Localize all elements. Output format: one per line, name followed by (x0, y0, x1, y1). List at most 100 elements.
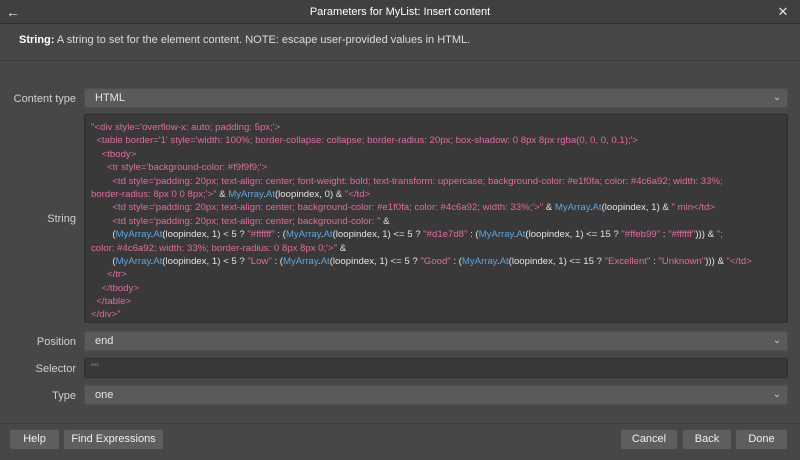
code-line: <td style='padding: 20px; text-align: ce… (91, 215, 781, 228)
string-literal: border-radius: 8px 0 0 8px;'>" (91, 188, 217, 200)
operator-text: (loopindex, (274, 188, 325, 200)
operator-text: (loopindex, 1) <= 5 ? (329, 255, 421, 267)
operator-text: & (337, 242, 347, 254)
code-line: color: #4c6a92; width: 33%; border-radiu… (91, 242, 781, 255)
string-literal: "; (716, 229, 723, 241)
string-literal: color: #4c6a92; width: 33%; border-radiu… (91, 242, 338, 254)
divider (0, 60, 800, 61)
string-literal: <tbody> (91, 148, 137, 160)
function-name: At (499, 255, 509, 267)
operator-text: ))) & (705, 255, 727, 267)
help-button[interactable]: Help (9, 429, 60, 450)
code-line: "<div style='overflow-x: auto; padding: … (91, 121, 781, 134)
string-literal: <tr style='background-color: #f9f9f9;'> (91, 162, 268, 174)
operator-text: (loopindex, 1) <= 5 ? (332, 229, 424, 241)
function-name: MyArray (554, 202, 590, 214)
string-literal: "#ffffff" (247, 229, 275, 241)
back-button[interactable]: Back (682, 429, 732, 450)
operator-text: & (543, 202, 555, 214)
string-literal: "<div style='overflow-x: auto; padding: … (91, 122, 281, 133)
string-literal: "Good" (420, 255, 451, 267)
string-literal: "Unknown" (658, 255, 706, 267)
description-text: A string to set for the element content.… (54, 34, 471, 46)
code-line: <table border='1' style='width: 100%; bo… (91, 134, 781, 147)
position-label: Position (36, 336, 76, 348)
position-select[interactable]: end ⌄ (84, 331, 788, 351)
chevron-down-icon: ⌄ (772, 92, 782, 103)
function-name: At (265, 188, 275, 200)
string-literal: "#ffffff" (668, 229, 696, 241)
code-line: </tr> (91, 268, 781, 281)
function-name: At (323, 229, 333, 241)
selector-label: Selector (35, 363, 76, 375)
type-label: Type (52, 390, 76, 402)
function-name: At (153, 255, 163, 267)
code-line: <td style='padding: 20px; text-align: ce… (91, 175, 781, 188)
operator-text: (loopindex, 1) <= 15 ? (508, 255, 605, 267)
function-name: MyArray (285, 229, 321, 241)
chevron-down-icon: ⌄ (772, 335, 782, 346)
operator-text: ) & (656, 202, 672, 214)
string-literal: </tbody> (91, 282, 140, 294)
content-type-value: HTML (95, 92, 125, 104)
operator-text: ( (91, 255, 116, 267)
string-literal: <td style='padding: 20px; text-align: ce… (91, 215, 381, 227)
string-literal: <td style='padding: 20px; text-align: ce… (91, 175, 723, 187)
operator-text: & (380, 215, 390, 227)
operator-text: ))) & (695, 229, 717, 241)
function-name: At (320, 255, 330, 267)
operator-text: (loopindex, 1) <= 15 ? (525, 229, 622, 241)
string-literal: "</td> (726, 255, 752, 267)
code-line: <tbody> (91, 148, 781, 161)
code-line: <td style='padding: 20px; text-align: ce… (91, 201, 781, 214)
type-select[interactable]: one ⌄ (84, 385, 788, 405)
code-line: </tbody> (91, 282, 781, 295)
string-literal: "#ffeb99" (621, 229, 661, 241)
string-literal: </table> (91, 296, 132, 308)
code-line: (MyArray.At(loopindex, 1) < 5 ? "Low" : … (91, 255, 781, 268)
string-literal: "Excellent" (604, 255, 651, 267)
operator-text: (loopindex, 1) < 5 ? (162, 229, 248, 241)
title-bar: ← Parameters for MyList: Insert content … (0, 0, 800, 24)
window-title: Parameters for MyList: Insert content (309, 6, 491, 18)
operator-text: (loopindex, (601, 202, 652, 214)
content-type-select[interactable]: HTML ⌄ (84, 88, 788, 108)
code-line: </table> (91, 295, 781, 308)
operator-text: (loopindex, 1) < 5 ? (162, 255, 248, 267)
function-name: MyArray (478, 229, 514, 241)
string-literal: "#d1e7d8" (423, 229, 468, 241)
content-type-label: Content type (13, 93, 76, 105)
function-name: MyArray (115, 255, 151, 267)
footer-divider (0, 423, 800, 424)
function-name: MyArray (282, 255, 318, 267)
code-line: <tr style='background-color: #f9f9f9;'> (91, 161, 781, 174)
string-label: String (47, 213, 76, 225)
cancel-button[interactable]: Cancel (620, 429, 678, 450)
string-literal: " min</td> (671, 202, 715, 214)
string-literal: "</td> (344, 188, 371, 200)
function-name: At (592, 202, 602, 214)
string-literal: "Low" (247, 255, 272, 267)
string-literal: <table border='1' style='width: 100%; bo… (91, 135, 639, 147)
done-button[interactable]: Done (735, 429, 788, 450)
operator-text: : ( (467, 229, 479, 241)
string-literal: <td style='padding: 20px; text-align: ce… (91, 202, 544, 214)
close-icon[interactable]: ✕ (774, 3, 792, 21)
function-name: MyArray (115, 229, 151, 241)
selector-input[interactable]: "" (84, 358, 788, 378)
operator-text: & (216, 188, 229, 200)
operator-text: ( (91, 229, 116, 241)
string-expression-editor[interactable]: "<div style='overflow-x: auto; padding: … (84, 114, 788, 323)
operator-text: : ( (271, 255, 283, 267)
position-value: end (95, 335, 114, 347)
operator-text: : (660, 229, 669, 241)
string-literal: </tr> (91, 269, 127, 281)
description-term: String: (19, 34, 55, 46)
chevron-down-icon: ⌄ (772, 389, 782, 400)
function-name: MyArray (461, 255, 497, 267)
find-expressions-button[interactable]: Find Expressions (63, 429, 164, 450)
type-value: one (95, 389, 114, 401)
function-name: MyArray (228, 188, 264, 200)
parameter-description: String: A string to set for the element … (19, 34, 789, 50)
string-literal: </div>" (91, 309, 121, 321)
